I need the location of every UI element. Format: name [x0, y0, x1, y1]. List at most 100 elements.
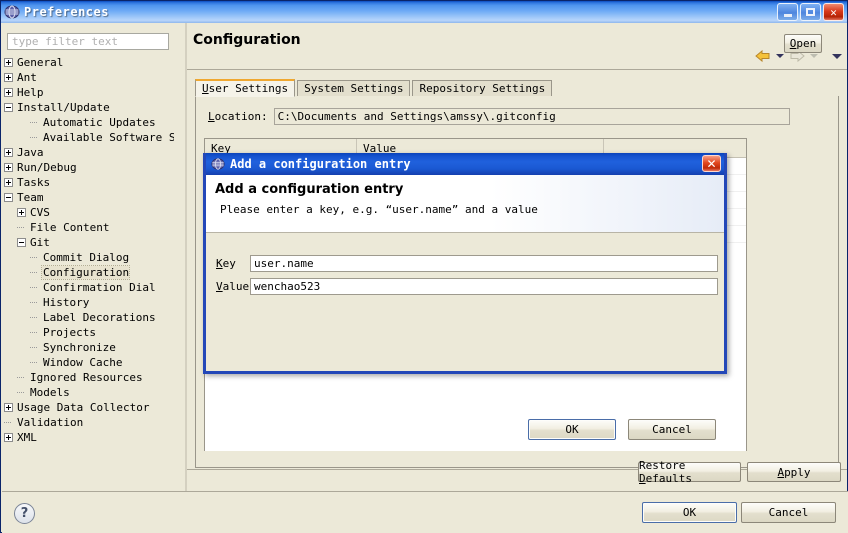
- tree-item[interactable]: XML: [4, 430, 174, 445]
- settings-tabs[interactable]: User Settings System Settings Repository S…: [195, 79, 554, 97]
- tree-item-label: Window Cache: [43, 356, 123, 369]
- tab-user-settings[interactable]: User Settings: [195, 79, 296, 97]
- maximize-button[interactable]: [800, 3, 821, 21]
- expand-icon[interactable]: [4, 433, 13, 442]
- value-input[interactable]: wenchao523: [250, 278, 718, 295]
- tree-item[interactable]: CVS: [4, 205, 174, 220]
- tree-item[interactable]: Help: [4, 85, 174, 100]
- dialog-title: Add a configuration entry: [230, 157, 411, 171]
- expand-icon[interactable]: [4, 403, 13, 412]
- tree-item[interactable]: Synchronize: [4, 340, 174, 355]
- tree-leaf-connector-icon: [30, 343, 39, 352]
- window-title: Preferences: [24, 5, 109, 19]
- tree-leaf-connector-icon: [30, 328, 39, 337]
- tree-item-label: Projects: [43, 326, 96, 339]
- tree-item-label: XML: [17, 431, 37, 444]
- tree-item[interactable]: Usage Data Collector: [4, 400, 174, 415]
- tree-leaf-connector-icon: [30, 298, 39, 307]
- expand-icon[interactable]: [4, 73, 13, 82]
- location-field[interactable]: C:\Documents and Settings\amssy\.gitconf…: [273, 108, 790, 125]
- restore-defaults-button[interactable]: Restore Defaults: [638, 459, 741, 485]
- tree-item-label: Team: [17, 191, 44, 204]
- minimize-button[interactable]: [777, 3, 798, 21]
- tree-item-label: Validation: [17, 416, 84, 429]
- tree-item[interactable]: Validation: [4, 415, 174, 430]
- tree-item[interactable]: Install/Update: [4, 100, 174, 115]
- location-label: Location:: [208, 110, 268, 123]
- page-title: Configuration: [193, 32, 301, 48]
- tree-item[interactable]: Git: [4, 235, 174, 250]
- expand-icon[interactable]: [4, 88, 13, 97]
- tree-item[interactable]: Models: [4, 385, 174, 400]
- tree-item-label: Label Decorations: [43, 311, 156, 324]
- collapse-icon[interactable]: [17, 238, 26, 247]
- back-arrow-icon[interactable]: [754, 49, 772, 63]
- window-titlebar: Preferences ✕: [1, 1, 847, 23]
- tree-item[interactable]: Label Decorations: [4, 310, 174, 325]
- apply-button[interactable]: Apply: [747, 462, 841, 482]
- ok-button[interactable]: OK: [642, 502, 737, 523]
- tab-system-settings[interactable]: System Settings: [297, 80, 411, 97]
- tree-leaf-connector-icon: [30, 268, 39, 277]
- key-field-row: Key user.name: [216, 255, 718, 272]
- tree-item[interactable]: General: [4, 55, 174, 70]
- filter-input[interactable]: type filter text: [7, 33, 169, 50]
- collapse-icon[interactable]: [4, 193, 13, 202]
- tree-item[interactable]: Ignored Resources: [4, 370, 174, 385]
- tree-item[interactable]: Window Cache: [4, 355, 174, 370]
- close-button[interactable]: ✕: [823, 3, 844, 21]
- expand-icon[interactable]: [4, 178, 13, 187]
- tree-item-label: Tasks: [17, 176, 51, 189]
- view-menu-icon[interactable]: [832, 53, 842, 59]
- tab-repository-settings[interactable]: Repository Settings: [412, 80, 553, 97]
- open-button[interactable]: Open: [784, 34, 822, 53]
- tree-item-label: Java: [17, 146, 44, 159]
- tree-item[interactable]: Ant: [4, 70, 174, 85]
- tree-item[interactable]: History: [4, 295, 174, 310]
- tree-item[interactable]: Tasks: [4, 175, 174, 190]
- forward-dropdown-icon: [810, 54, 818, 58]
- tree-item-label: Available Software Si: [43, 131, 174, 144]
- tree-item-label: Usage Data Collector: [17, 401, 150, 414]
- tree-item[interactable]: Confirmation Dial: [4, 280, 174, 295]
- tree-leaf-connector-icon: [30, 313, 39, 322]
- tree-item-label: Ignored Resources: [30, 371, 143, 384]
- dialog-header: Add a configuration entry Please enter a…: [206, 175, 724, 233]
- tree-item-label: Run/Debug: [17, 161, 77, 174]
- tree-item[interactable]: Team: [4, 190, 174, 205]
- dialog-ok-button[interactable]: OK: [528, 419, 616, 440]
- tree-item[interactable]: Java: [4, 145, 174, 160]
- key-input[interactable]: user.name: [250, 255, 718, 272]
- key-label: Key: [216, 257, 236, 270]
- expand-icon[interactable]: [4, 148, 13, 157]
- dialog-cancel-button[interactable]: Cancel: [628, 419, 716, 440]
- dialog-close-icon[interactable]: ✕: [702, 155, 721, 172]
- expand-icon[interactable]: [4, 58, 13, 67]
- tree-item[interactable]: File Content: [4, 220, 174, 235]
- tab-label: System Settings: [304, 82, 404, 95]
- tree-item[interactable]: Run/Debug: [4, 160, 174, 175]
- back-dropdown-icon[interactable]: [776, 54, 784, 58]
- expand-icon[interactable]: [4, 163, 13, 172]
- tree-item-label: Configuration: [40, 265, 131, 280]
- tree-item-label: Synchronize: [43, 341, 116, 354]
- tree-leaf-connector-icon: [17, 223, 26, 232]
- preferences-tree[interactable]: General Ant Help Install/Update Automatic Up…: [4, 55, 174, 485]
- expand-icon[interactable]: [17, 208, 26, 217]
- eclipse-globe-icon: [211, 157, 225, 171]
- tab-label: Repository Settings: [419, 82, 546, 95]
- cancel-button[interactable]: Cancel: [741, 502, 836, 523]
- tree-item[interactable]: Automatic Updates: [4, 115, 174, 130]
- tree-item[interactable]: Commit Dialog: [4, 250, 174, 265]
- location-row: Location: C:\Documents and Settings\amss…: [208, 108, 790, 125]
- tree-item[interactable]: Configuration: [4, 265, 174, 280]
- tree-item[interactable]: Projects: [4, 325, 174, 340]
- question-mark-icon[interactable]: ?: [14, 503, 35, 524]
- tree-item[interactable]: Available Software Si: [4, 130, 174, 145]
- tree-leaf-connector-icon: [30, 358, 39, 367]
- value-label: Value: [216, 280, 250, 293]
- tab-label: User Settings: [202, 82, 289, 95]
- collapse-icon[interactable]: [4, 103, 13, 112]
- tree-item-label: Help: [17, 86, 44, 99]
- tree-item-label: Ant: [17, 71, 37, 84]
